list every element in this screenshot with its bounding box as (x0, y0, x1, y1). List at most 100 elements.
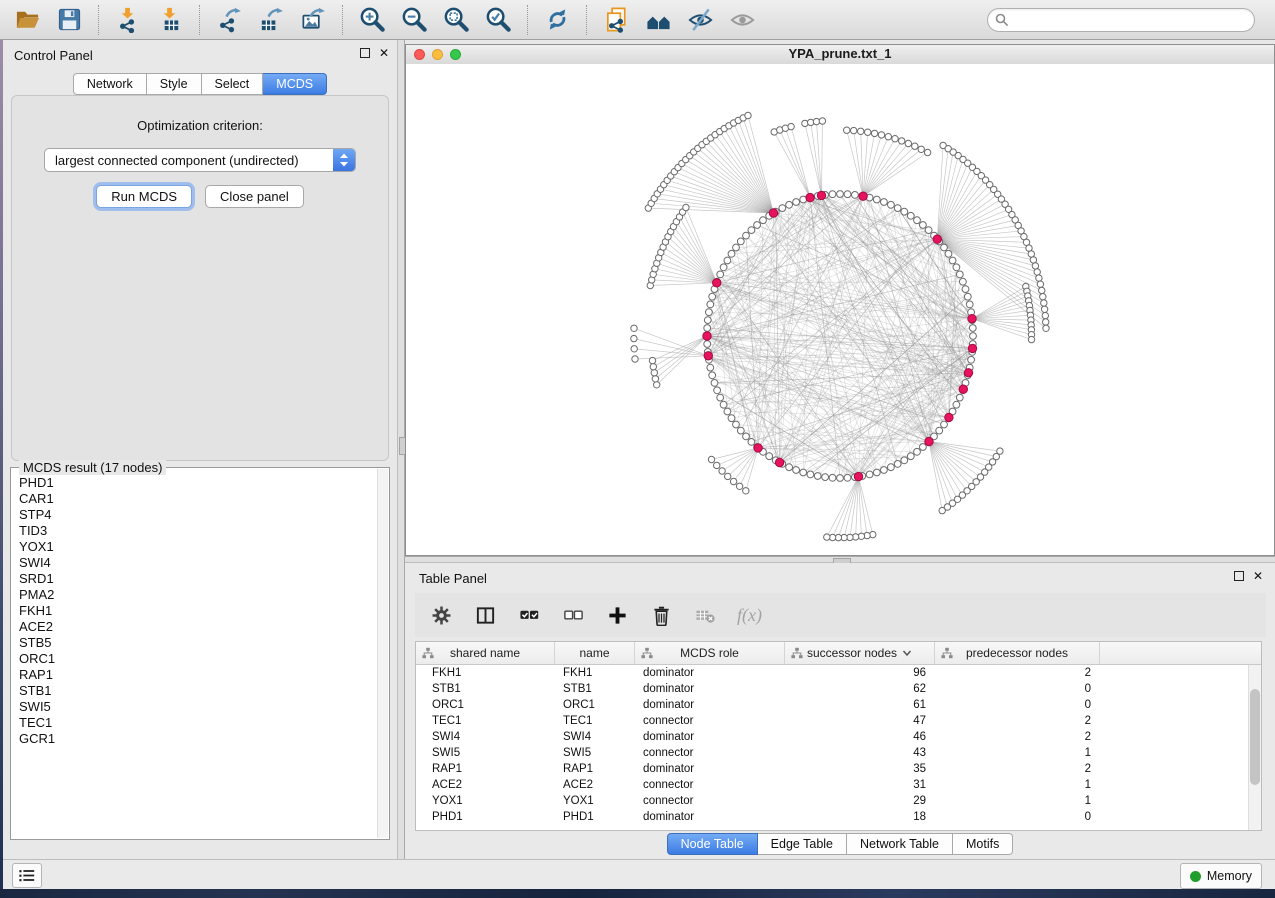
close-panel-icon[interactable]: ✕ (379, 48, 389, 58)
network-graph[interactable] (406, 64, 1274, 555)
zoom-in-button[interactable] (354, 3, 390, 37)
network-window-titlebar[interactable]: YPA_prune.txt_1 (406, 45, 1274, 65)
tab-style[interactable]: Style (147, 73, 202, 95)
zoom-selected-button[interactable] (480, 3, 516, 37)
mcds-result-item[interactable]: PHD1 (19, 475, 377, 491)
table-row-SWI5[interactable]: SWI5SWI5connector431 (416, 745, 1261, 761)
hide-selected-button[interactable] (682, 3, 718, 37)
float-table-panel-icon[interactable] (1234, 571, 1244, 581)
column-header-shared-name[interactable]: shared name (416, 642, 555, 664)
column-header-predecessor-nodes[interactable]: predecessor nodes (935, 642, 1100, 664)
mcds-result-item[interactable]: GCR1 (19, 731, 377, 747)
table-row-ACE2[interactable]: ACE2ACE2connector311 (416, 777, 1261, 793)
cell: FKH1 (416, 665, 555, 681)
zoom-fit-button[interactable] (438, 3, 474, 37)
save-session-icon (56, 6, 83, 33)
show-columns-button[interactable] (473, 603, 497, 627)
memory-button[interactable]: Memory (1180, 863, 1262, 889)
tab-edge-table[interactable]: Edge Table (758, 833, 847, 855)
delete-row-button[interactable] (649, 603, 673, 627)
table-row-ORC1[interactable]: ORC1ORC1dominator610 (416, 697, 1261, 713)
table-row-STB1[interactable]: STB1STB1dominator620 (416, 681, 1261, 697)
mcds-result-scrollbar[interactable] (377, 469, 388, 838)
import-network-button[interactable] (110, 3, 146, 37)
cell: 35 (785, 761, 935, 777)
export-network-button[interactable] (211, 3, 247, 37)
optimization-criterion-dropdown[interactable]: largest connected component (undirected) (44, 148, 356, 172)
table-scrollbar-thumb[interactable] (1250, 689, 1260, 785)
mcds-result-item[interactable]: SWI5 (19, 699, 377, 715)
table-row-SWI4[interactable]: SWI4SWI4dominator462 (416, 729, 1261, 745)
table-row-PHD1[interactable]: PHD1PHD1dominator180 (416, 809, 1261, 825)
cell: STB1 (416, 681, 555, 697)
mcds-result-item[interactable]: CAR1 (19, 491, 377, 507)
cell: SWI4 (555, 729, 635, 745)
close-table-panel-icon[interactable]: ✕ (1253, 571, 1263, 581)
window-minimize-icon[interactable] (432, 49, 443, 60)
column-header-successor-nodes[interactable]: successor nodes (785, 642, 935, 664)
table-row-TEC1[interactable]: TEC1TEC1connector472 (416, 713, 1261, 729)
mcds-result-item[interactable]: STB5 (19, 635, 377, 651)
delete-row-icon (651, 605, 672, 626)
tab-network[interactable]: Network (73, 73, 147, 95)
apply-preferred-layout-button[interactable] (539, 3, 575, 37)
cell: dominator (635, 681, 785, 697)
run-mcds-button[interactable]: Run MCDS (96, 185, 192, 208)
tab-motifs[interactable]: Motifs (953, 833, 1013, 855)
mcds-result-item[interactable]: FKH1 (19, 603, 377, 619)
save-session-button[interactable] (51, 3, 87, 37)
select-all-button[interactable] (517, 603, 541, 627)
table-scrollbar[interactable] (1248, 665, 1261, 830)
open-session-button[interactable] (9, 3, 45, 37)
settings-button[interactable] (429, 603, 453, 627)
mcds-result-item[interactable]: PMA2 (19, 587, 377, 603)
search-icon (995, 13, 1009, 27)
column-header-name[interactable]: name (555, 642, 635, 664)
cell: TEC1 (555, 713, 635, 729)
import-table-button[interactable] (152, 3, 188, 37)
search-input[interactable] (987, 8, 1255, 32)
cell: 62 (785, 681, 935, 697)
show-all-button[interactable] (724, 3, 760, 37)
table-row-YOX1[interactable]: YOX1YOX1connector291 (416, 793, 1261, 809)
mcds-result-item[interactable]: STP4 (19, 507, 377, 523)
float-panel-icon[interactable] (360, 48, 370, 58)
table-row-FKH1[interactable]: FKH1FKH1dominator962 (416, 665, 1261, 681)
cell: SWI5 (416, 745, 555, 761)
column-label: MCDS role (680, 646, 739, 660)
mcds-result-item[interactable]: SRD1 (19, 571, 377, 587)
window-close-icon[interactable] (414, 49, 425, 60)
add-row-button[interactable] (605, 603, 629, 627)
deselect-all-button[interactable] (561, 603, 585, 627)
mcds-result-item[interactable]: TEC1 (19, 715, 377, 731)
window-zoom-icon[interactable] (450, 49, 461, 60)
mcds-result-item[interactable]: RAP1 (19, 667, 377, 683)
table-row-RAP1[interactable]: RAP1RAP1dominator352 (416, 761, 1261, 777)
control-panel-title: Control Panel (14, 48, 93, 63)
tab-mcds[interactable]: MCDS (263, 73, 327, 95)
zoom-fit-icon (443, 6, 470, 33)
zoom-out-button[interactable] (396, 3, 432, 37)
console-button[interactable] (12, 863, 42, 888)
cell: FKH1 (555, 665, 635, 681)
mcds-result-item[interactable]: ACE2 (19, 619, 377, 635)
vertical-split-divider[interactable] (397, 40, 405, 859)
export-table-button[interactable] (253, 3, 289, 37)
new-network-from-selection-button[interactable] (598, 3, 634, 37)
export-image-button[interactable] (295, 3, 331, 37)
mcds-result-item[interactable]: YOX1 (19, 539, 377, 555)
first-neighbors-button[interactable] (640, 3, 676, 37)
tab-network-table[interactable]: Network Table (847, 833, 953, 855)
horizontal-split-divider[interactable] (405, 556, 1275, 563)
mcds-result-item[interactable]: ORC1 (19, 651, 377, 667)
mcds-result-item[interactable]: SWI4 (19, 555, 377, 571)
mcds-result-item[interactable]: TID3 (19, 523, 377, 539)
tab-select[interactable]: Select (202, 73, 264, 95)
mcds-result-item[interactable]: STB1 (19, 683, 377, 699)
network-canvas[interactable] (406, 64, 1274, 555)
table-panel-title: Table Panel (419, 571, 487, 586)
close-panel-button[interactable]: Close panel (205, 185, 304, 208)
column-header-MCDS-role[interactable]: MCDS role (635, 642, 785, 664)
tab-node-table[interactable]: Node Table (667, 833, 758, 855)
cell: 1 (935, 793, 1100, 809)
